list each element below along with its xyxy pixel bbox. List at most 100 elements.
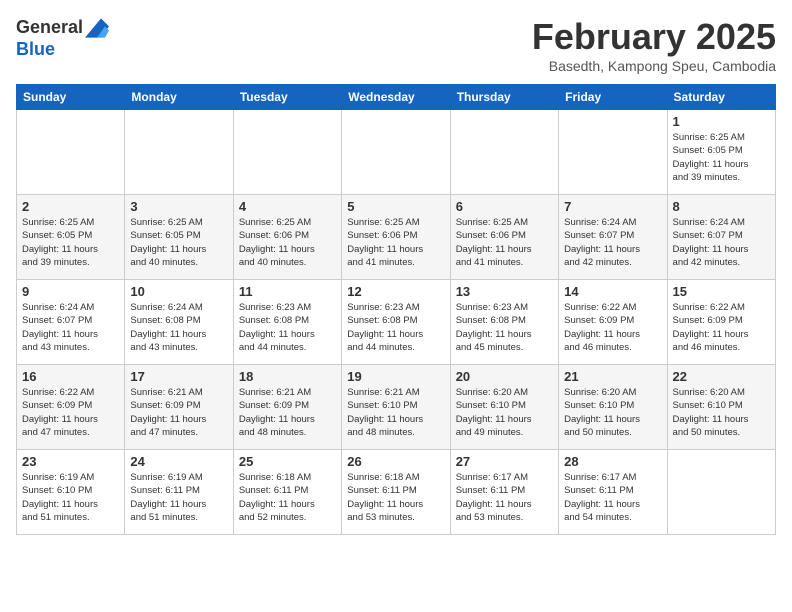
calendar-cell: 16 Sunrise: 6:22 AM Sunset: 6:09 PM Dayli… <box>17 365 125 450</box>
day-number: 16 <box>22 369 119 384</box>
day-info: Sunrise: 6:21 AM Sunset: 6:10 PM Dayligh… <box>347 386 444 439</box>
day-number: 13 <box>456 284 553 299</box>
day-number: 3 <box>130 199 227 214</box>
calendar-cell <box>125 110 233 195</box>
day-info: Sunrise: 6:20 AM Sunset: 6:10 PM Dayligh… <box>456 386 553 439</box>
calendar-week-1: 1Sunrise: 6:25 AM Sunset: 6:05 PM Daylig… <box>17 110 776 195</box>
day-number: 18 <box>239 369 336 384</box>
col-header-sunday: Sunday <box>17 85 125 110</box>
day-number: 4 <box>239 199 336 214</box>
calendar-cell: 28 Sunrise: 6:17 AM Sunset: 6:11 PM Dayli… <box>559 450 667 535</box>
day-number: 17 <box>130 369 227 384</box>
calendar-cell: 5Sunrise: 6:25 AM Sunset: 6:06 PM Daylig… <box>342 195 450 280</box>
calendar-week-3: 9Sunrise: 6:24 AM Sunset: 6:07 PM Daylig… <box>17 280 776 365</box>
day-number: 20 <box>456 369 553 384</box>
calendar-cell: 1Sunrise: 6:25 AM Sunset: 6:05 PM Daylig… <box>667 110 775 195</box>
calendar-cell: 19 Sunrise: 6:21 AM Sunset: 6:10 PM Dayli… <box>342 365 450 450</box>
day-info: Sunrise: 6:25 AM Sunset: 6:05 PM Dayligh… <box>22 216 119 269</box>
day-number: 15 <box>673 284 770 299</box>
subtitle: Basedth, Kampong Speu, Cambodia <box>532 58 776 74</box>
calendar-cell: 10 Sunrise: 6:24 AM Sunset: 6:08 PM Dayli… <box>125 280 233 365</box>
calendar-cell <box>559 110 667 195</box>
day-info: Sunrise: 6:18 AM Sunset: 6:11 PM Dayligh… <box>239 471 336 524</box>
calendar-week-4: 16 Sunrise: 6:22 AM Sunset: 6:09 PM Dayli… <box>17 365 776 450</box>
day-number: 5 <box>347 199 444 214</box>
col-header-wednesday: Wednesday <box>342 85 450 110</box>
day-number: 19 <box>347 369 444 384</box>
page-header: General Blue February 2025 Basedth, Kamp… <box>16 16 776 74</box>
day-info: Sunrise: 6:24 AM Sunset: 6:07 PM Dayligh… <box>564 216 661 269</box>
day-info: Sunrise: 6:17 AM Sunset: 6:11 PM Dayligh… <box>456 471 553 524</box>
calendar-cell: 20 Sunrise: 6:20 AM Sunset: 6:10 PM Dayli… <box>450 365 558 450</box>
day-number: 26 <box>347 454 444 469</box>
title-block: February 2025 Basedth, Kampong Speu, Cam… <box>532 16 776 74</box>
calendar-cell: 25 Sunrise: 6:18 AM Sunset: 6:11 PM Dayli… <box>233 450 341 535</box>
day-info: Sunrise: 6:24 AM Sunset: 6:08 PM Dayligh… <box>130 301 227 354</box>
day-info: Sunrise: 6:21 AM Sunset: 6:09 PM Dayligh… <box>130 386 227 439</box>
calendar-cell: 11Sunrise: 6:23 AM Sunset: 6:08 PM Dayli… <box>233 280 341 365</box>
col-header-thursday: Thursday <box>450 85 558 110</box>
day-info: Sunrise: 6:23 AM Sunset: 6:08 PM Dayligh… <box>347 301 444 354</box>
calendar-cell: 23 Sunrise: 6:19 AM Sunset: 6:10 PM Dayli… <box>17 450 125 535</box>
logo-blue-text: Blue <box>16 40 109 60</box>
calendar-cell: 15 Sunrise: 6:22 AM Sunset: 6:09 PM Dayli… <box>667 280 775 365</box>
day-number: 7 <box>564 199 661 214</box>
day-info: Sunrise: 6:20 AM Sunset: 6:10 PM Dayligh… <box>673 386 770 439</box>
calendar-cell: 26 Sunrise: 6:18 AM Sunset: 6:11 PM Dayli… <box>342 450 450 535</box>
calendar-cell: 7 Sunrise: 6:24 AM Sunset: 6:07 PM Daylig… <box>559 195 667 280</box>
logo: General Blue <box>16 16 109 60</box>
day-info: Sunrise: 6:25 AM Sunset: 6:06 PM Dayligh… <box>239 216 336 269</box>
calendar-cell: 13 Sunrise: 6:23 AM Sunset: 6:08 PM Dayli… <box>450 280 558 365</box>
day-number: 23 <box>22 454 119 469</box>
day-info: Sunrise: 6:25 AM Sunset: 6:05 PM Dayligh… <box>130 216 227 269</box>
day-number: 6 <box>456 199 553 214</box>
day-info: Sunrise: 6:22 AM Sunset: 6:09 PM Dayligh… <box>564 301 661 354</box>
day-info: Sunrise: 6:21 AM Sunset: 6:09 PM Dayligh… <box>239 386 336 439</box>
day-info: Sunrise: 6:22 AM Sunset: 6:09 PM Dayligh… <box>673 301 770 354</box>
calendar-table: SundayMondayTuesdayWednesdayThursdayFrid… <box>16 84 776 535</box>
calendar-cell <box>667 450 775 535</box>
day-number: 25 <box>239 454 336 469</box>
calendar-cell <box>17 110 125 195</box>
day-info: Sunrise: 6:24 AM Sunset: 6:07 PM Dayligh… <box>673 216 770 269</box>
calendar-cell: 12 Sunrise: 6:23 AM Sunset: 6:08 PM Dayli… <box>342 280 450 365</box>
day-number: 11 <box>239 284 336 299</box>
calendar-week-2: 2 Sunrise: 6:25 AM Sunset: 6:05 PM Daylig… <box>17 195 776 280</box>
col-header-monday: Monday <box>125 85 233 110</box>
day-number: 10 <box>130 284 227 299</box>
day-number: 2 <box>22 199 119 214</box>
day-info: Sunrise: 6:25 AM Sunset: 6:06 PM Dayligh… <box>456 216 553 269</box>
day-number: 14 <box>564 284 661 299</box>
day-info: Sunrise: 6:17 AM Sunset: 6:11 PM Dayligh… <box>564 471 661 524</box>
calendar-cell: 3 Sunrise: 6:25 AM Sunset: 6:05 PM Daylig… <box>125 195 233 280</box>
calendar-cell: 6 Sunrise: 6:25 AM Sunset: 6:06 PM Daylig… <box>450 195 558 280</box>
calendar-cell: 9Sunrise: 6:24 AM Sunset: 6:07 PM Daylig… <box>17 280 125 365</box>
day-number: 21 <box>564 369 661 384</box>
day-number: 12 <box>347 284 444 299</box>
logo-text: General <box>16 18 83 38</box>
day-number: 22 <box>673 369 770 384</box>
calendar-week-5: 23 Sunrise: 6:19 AM Sunset: 6:10 PM Dayli… <box>17 450 776 535</box>
day-number: 28 <box>564 454 661 469</box>
day-number: 1 <box>673 114 770 129</box>
logo-icon <box>85 16 109 40</box>
calendar-cell: 21Sunrise: 6:20 AM Sunset: 6:10 PM Dayli… <box>559 365 667 450</box>
day-info: Sunrise: 6:23 AM Sunset: 6:08 PM Dayligh… <box>456 301 553 354</box>
calendar-cell <box>233 110 341 195</box>
day-info: Sunrise: 6:19 AM Sunset: 6:11 PM Dayligh… <box>130 471 227 524</box>
day-info: Sunrise: 6:24 AM Sunset: 6:07 PM Dayligh… <box>22 301 119 354</box>
col-header-tuesday: Tuesday <box>233 85 341 110</box>
calendar-cell: 27 Sunrise: 6:17 AM Sunset: 6:11 PM Dayli… <box>450 450 558 535</box>
col-header-friday: Friday <box>559 85 667 110</box>
day-number: 27 <box>456 454 553 469</box>
calendar-cell: 2 Sunrise: 6:25 AM Sunset: 6:05 PM Daylig… <box>17 195 125 280</box>
calendar-cell: 14 Sunrise: 6:22 AM Sunset: 6:09 PM Dayli… <box>559 280 667 365</box>
day-number: 24 <box>130 454 227 469</box>
col-header-saturday: Saturday <box>667 85 775 110</box>
day-info: Sunrise: 6:18 AM Sunset: 6:11 PM Dayligh… <box>347 471 444 524</box>
calendar-cell: 18 Sunrise: 6:21 AM Sunset: 6:09 PM Dayli… <box>233 365 341 450</box>
calendar-header-row: SundayMondayTuesdayWednesdayThursdayFrid… <box>17 85 776 110</box>
day-info: Sunrise: 6:19 AM Sunset: 6:10 PM Dayligh… <box>22 471 119 524</box>
day-info: Sunrise: 6:22 AM Sunset: 6:09 PM Dayligh… <box>22 386 119 439</box>
calendar-cell <box>450 110 558 195</box>
